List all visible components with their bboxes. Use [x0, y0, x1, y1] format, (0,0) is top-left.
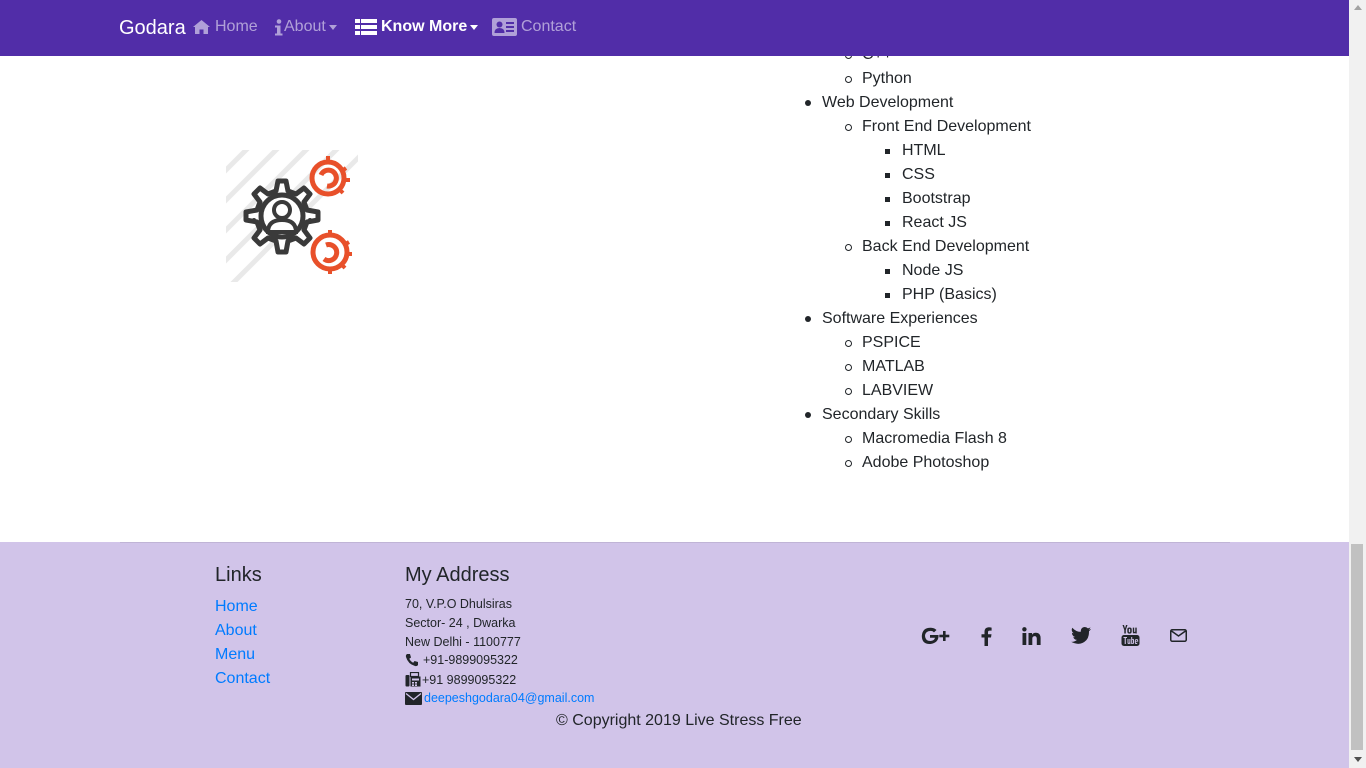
phone-icon: [405, 654, 418, 667]
square-bullet: [885, 269, 890, 274]
square-bullet: [885, 173, 890, 178]
phone-row: +91-9899095322: [405, 653, 518, 667]
nav-contact-label: Contact: [521, 18, 577, 35]
footer-link-menu[interactable]: Menu: [215, 646, 255, 664]
circle-bullet: [845, 124, 852, 131]
list-item: Secondary Skills: [822, 406, 941, 423]
fax-number: +91 9899095322: [422, 672, 517, 687]
list-icon: [355, 19, 377, 35]
address-line: Sector- 24 , Dwarka: [405, 616, 516, 630]
nav-about-dropdown[interactable]: About: [274, 18, 337, 36]
footer: Links Home About Menu Contact My Address…: [0, 542, 1349, 768]
list-item: Front End Development: [862, 118, 1031, 135]
envelope-icon: [1170, 629, 1187, 642]
scroll-down-arrow-icon[interactable]: [1354, 757, 1362, 762]
circle-bullet: [845, 388, 852, 395]
footer-link-home[interactable]: Home: [215, 598, 258, 616]
list-item: React JS: [902, 214, 967, 231]
circle-bullet: [845, 340, 852, 347]
list-item: PHP (Basics): [902, 286, 997, 303]
list-item: Back End Development: [862, 238, 1030, 255]
circle-bullet: [845, 76, 852, 83]
nav-home-label: Home: [215, 18, 258, 35]
nav-know-more-label: Know More: [381, 18, 468, 35]
navbar: Godara Home About Know More Contact: [0, 0, 1349, 56]
page-scrollbar[interactable]: [1349, 0, 1366, 768]
email-row: deepeshgodara04@gmail.com: [405, 691, 594, 705]
twitter-link[interactable]: [1071, 627, 1091, 649]
footer-link-about[interactable]: About: [215, 622, 257, 640]
circle-bullet: [845, 460, 852, 467]
fax-icon: [405, 672, 421, 687]
square-bullet: [885, 221, 890, 226]
list-item: Adobe Photoshop: [862, 454, 990, 471]
list-item: Bootstrap: [902, 190, 971, 207]
google-plus-icon: [921, 627, 950, 645]
address-card-icon: [492, 18, 517, 36]
address-line: 70, V.P.O Dhulsiras: [405, 597, 513, 611]
square-bullet: [885, 149, 890, 154]
info-icon: [275, 18, 283, 35]
address-heading: My Address: [405, 564, 510, 586]
user-settings-gear-illustration: [226, 150, 358, 282]
caret-down-icon: [470, 24, 479, 30]
list-item: Python: [862, 70, 912, 87]
envelope-icon: [405, 691, 422, 705]
page: C++ Python Web Development Front End Dev…: [0, 0, 1349, 768]
disc-bullet: [805, 412, 811, 418]
square-bullet: [885, 293, 890, 298]
youtube-icon: [1121, 625, 1140, 646]
list-item: LABVIEW: [862, 382, 934, 399]
list-item: MATLAB: [862, 358, 925, 375]
footer-link-contact[interactable]: Contact: [215, 670, 270, 688]
nav-about-label: About: [284, 18, 326, 35]
disc-bullet: [805, 100, 811, 106]
circle-bullet: [845, 364, 852, 371]
nav-contact[interactable]: Contact: [492, 18, 576, 36]
nav-know-more-dropdown[interactable]: Know More: [355, 18, 479, 36]
fax-row: +91 9899095322: [405, 672, 516, 687]
list-item: PSPICE: [862, 334, 921, 351]
caret-down-icon: [328, 24, 337, 30]
scroll-up-arrow-icon[interactable]: [1354, 5, 1362, 10]
home-icon: [193, 20, 210, 34]
email-social-link[interactable]: [1170, 629, 1187, 647]
list-item: Node JS: [902, 262, 964, 279]
circle-bullet: [845, 436, 852, 443]
email-link[interactable]: deepeshgodara04@gmail.com: [424, 691, 594, 705]
nav-home[interactable]: Home: [192, 18, 258, 36]
list-item: Web Development: [822, 94, 954, 111]
list-item: CSS: [902, 166, 935, 183]
address-line: New Delhi - 1100777: [405, 635, 521, 649]
twitter-icon: [1071, 627, 1091, 644]
list-item: Software Experiences: [822, 310, 978, 327]
square-bullet: [885, 197, 890, 202]
list-item: Macromedia Flash 8: [862, 430, 1007, 447]
youtube-link[interactable]: [1121, 625, 1140, 651]
copyright-text: © Copyright 2019 Live Stress Free: [556, 712, 802, 729]
disc-bullet: [805, 316, 811, 322]
linkedin-link[interactable]: [1022, 627, 1041, 650]
scrollbar-thumb[interactable]: [1351, 544, 1363, 750]
google-plus-link[interactable]: [921, 627, 951, 650]
facebook-icon: [981, 627, 992, 646]
navbar-brand[interactable]: Godara: [119, 17, 186, 40]
footer-divider: [120, 542, 1230, 543]
facebook-link[interactable]: [981, 627, 992, 651]
phone-number: +91-9899095322: [423, 653, 518, 667]
linkedin-icon: [1022, 627, 1041, 645]
list-item: HTML: [902, 142, 946, 159]
links-heading: Links: [215, 564, 262, 586]
circle-bullet: [845, 244, 852, 251]
